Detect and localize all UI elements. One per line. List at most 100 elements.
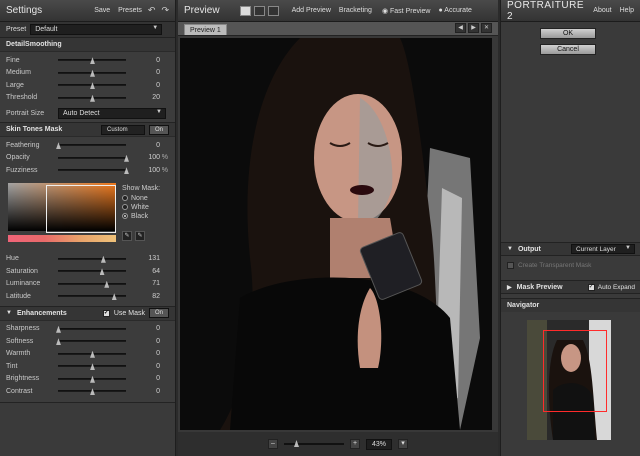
slider-value[interactable]: 20 (126, 94, 160, 101)
mask-black-radio[interactable]: Black (122, 213, 170, 220)
slider-value[interactable]: 131 (126, 255, 160, 262)
redo-icon[interactable]: ↷ (161, 5, 169, 16)
fast-preview-radio[interactable]: ◉ Fast Preview (382, 7, 431, 15)
slider-handle[interactable] (90, 69, 95, 77)
slider-handle[interactable] (90, 363, 95, 371)
zoom-slider[interactable] (284, 440, 344, 447)
split-horizontal-icon[interactable] (253, 5, 265, 16)
chevron-down-icon[interactable]: ▾ (398, 439, 408, 449)
portrait-size-select[interactable]: Auto Detect ▼ (58, 107, 166, 119)
portrait-size-row: Portrait Size Auto Detect ▼ (0, 104, 175, 122)
tab-preview-1[interactable]: Preview 1 (184, 24, 227, 35)
slider-value[interactable]: 0 (126, 69, 160, 76)
save-button[interactable]: Save (94, 7, 110, 14)
slider-track[interactable] (58, 388, 126, 396)
navigator-thumbnail[interactable] (527, 320, 611, 440)
help-button[interactable]: Help (620, 7, 634, 14)
slider-track[interactable] (58, 268, 126, 276)
slider-track[interactable] (58, 82, 126, 90)
slider-handle[interactable] (90, 57, 95, 65)
use-mask-checkbox[interactable]: ✓ (102, 309, 110, 317)
color-selection-box[interactable] (46, 184, 116, 233)
eyedropper-icon[interactable]: ✎ (122, 230, 132, 241)
slider-track[interactable] (58, 375, 126, 383)
slider-value[interactable]: 0 (126, 325, 160, 332)
detail-smoothing-section: DetailSmoothing Fine 0 Medium 0 Large 0 Thresh… (0, 38, 175, 123)
slider-row: Large 0 (0, 79, 175, 92)
slider-value[interactable]: 0 (126, 57, 160, 64)
cancel-button[interactable]: Cancel (540, 44, 596, 55)
slider-value[interactable]: 0 (126, 375, 160, 382)
auto-expand-checkbox[interactable]: ✓ (587, 283, 595, 291)
slider-handle[interactable] (100, 255, 106, 263)
slider-handle[interactable] (111, 293, 117, 301)
bracketing-button[interactable]: Bracketing (339, 7, 372, 14)
slider-track[interactable] (58, 255, 126, 263)
slider-handle[interactable] (90, 388, 95, 396)
navigator-viewport-box[interactable] (543, 330, 607, 412)
undo-icon[interactable]: ↶ (148, 5, 156, 16)
slider-track[interactable] (58, 350, 126, 358)
create-transparent-checkbox[interactable] (507, 261, 514, 269)
preset-select[interactable]: Default ▼ (30, 24, 163, 35)
split-vertical-icon[interactable] (267, 5, 279, 16)
about-button[interactable]: About (593, 7, 611, 14)
mask-mode-select[interactable]: Custom (100, 124, 145, 135)
presets-button[interactable]: Presets (118, 7, 142, 14)
slider-value[interactable]: 71 (126, 280, 160, 287)
enh-on-toggle[interactable]: On (148, 308, 169, 318)
eyedropper-add-icon[interactable]: ✎ (135, 230, 145, 241)
accurate-radio[interactable]: ● Accurate (438, 7, 471, 14)
skin-on-toggle[interactable]: On (148, 124, 169, 135)
slider-handle[interactable] (90, 350, 95, 358)
slider-track[interactable] (58, 94, 126, 102)
preview-image[interactable] (180, 38, 492, 430)
slider-track[interactable] (56, 325, 126, 333)
slider-value[interactable]: 0 (126, 142, 160, 149)
close-icon[interactable]: ✕ (481, 23, 492, 33)
single-view-icon[interactable] (239, 5, 251, 16)
slider-label: Sharpness (6, 325, 40, 333)
slider-track[interactable] (58, 69, 126, 77)
slider-track[interactable] (56, 338, 126, 346)
zoom-value[interactable]: 43% (366, 438, 392, 450)
hue-range-bar[interactable] (8, 234, 116, 242)
slider-track[interactable] (58, 363, 126, 371)
mask-white-radio[interactable]: White (122, 204, 170, 211)
slider-value[interactable]: 64 (126, 268, 160, 275)
mask-none-radio[interactable]: None (122, 195, 170, 202)
prev-arrow-icon[interactable]: ◀ (455, 23, 466, 33)
slider-handle[interactable] (90, 94, 95, 102)
slider-track[interactable] (58, 167, 129, 175)
zoom-out-button[interactable]: – (268, 439, 278, 449)
slider-label: Threshold (6, 94, 38, 102)
add-preview-button[interactable]: Add Preview (292, 7, 331, 14)
output-select[interactable]: Current Layer ▼ (571, 244, 635, 254)
ok-button[interactable]: OK (540, 28, 596, 39)
slider-value[interactable]: 0 (126, 338, 160, 345)
slider-value[interactable]: 82 (126, 293, 160, 300)
slider-value[interactable]: 0 (126, 388, 160, 395)
color-gradient-field[interactable] (8, 182, 116, 233)
slider-handle[interactable] (104, 280, 110, 288)
slider-handle[interactable] (99, 268, 105, 276)
next-arrow-icon[interactable]: ▶ (468, 23, 479, 33)
slider-handle[interactable] (90, 375, 95, 383)
create-transparent-row[interactable]: Create Transparent Mask (507, 258, 635, 272)
slider-value[interactable]: 0 (126, 350, 160, 357)
output-heading[interactable]: ▼ Output Current Layer ▼ (501, 242, 640, 256)
enhancements-heading[interactable]: ▼ Enhancements ✓ Use Mask On (0, 306, 175, 321)
zoom-slider-handle[interactable] (294, 440, 299, 447)
slider-value[interactable]: 100 (126, 154, 160, 161)
mask-preview-heading[interactable]: ▶ Mask Preview ✓ Auto Expand (501, 280, 640, 294)
slider-value[interactable]: 0 (126, 82, 160, 89)
zoom-in-button[interactable]: + (350, 439, 360, 449)
slider-track[interactable] (58, 280, 126, 288)
slider-value[interactable]: 100 (126, 167, 160, 174)
slider-track[interactable] (58, 293, 126, 301)
slider-track[interactable] (58, 57, 126, 65)
slider-value[interactable]: 0 (126, 363, 160, 370)
slider-track[interactable] (56, 142, 126, 150)
slider-handle[interactable] (90, 82, 95, 90)
slider-track[interactable] (58, 154, 129, 162)
